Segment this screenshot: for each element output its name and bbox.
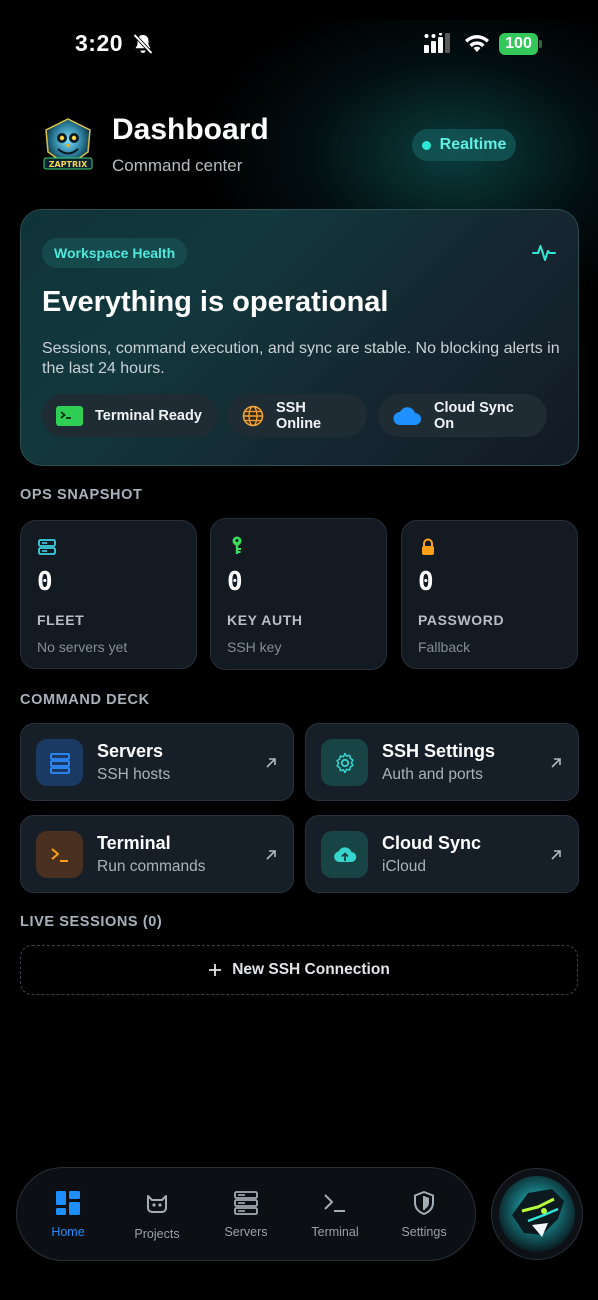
key-auth-count: 0 — [227, 567, 243, 597]
page-subtitle: Command center — [112, 156, 243, 175]
arrow-up-right-icon — [266, 850, 276, 860]
chip-label: Cloud Sync On — [434, 399, 514, 432]
new-ssh-connection-button[interactable]: New SSH Connection — [20, 945, 578, 995]
password-count: 0 — [418, 567, 434, 597]
key-auth-label: KEY AUTH — [227, 612, 303, 628]
server-icon — [38, 539, 56, 555]
tab-label: Projects — [134, 1227, 180, 1241]
deck-title: Servers — [97, 741, 164, 761]
status-time: 3:20 — [75, 30, 124, 56]
health-description: Sessions, command execution, and sync ar… — [42, 340, 560, 377]
profile-avatar-button[interactable] — [491, 1168, 583, 1260]
deck-title: SSH Settings — [382, 741, 496, 761]
fleet-sub: No servers yet — [37, 639, 128, 655]
chip-label: SSH Online — [276, 399, 322, 432]
terminal-icon — [56, 405, 83, 426]
health-title: Everything is operational — [42, 286, 389, 318]
deck-title: Terminal — [97, 833, 171, 853]
status-bar: 3:20 100 — [0, 0, 598, 90]
deck-subtitle: iCloud — [382, 858, 426, 875]
plus-icon — [209, 964, 222, 976]
command-deck-heading: COMMAND DECK — [20, 692, 150, 708]
gear-icon — [335, 752, 354, 773]
realtime-dot-icon — [421, 140, 431, 150]
tab-label: Terminal — [311, 1225, 359, 1239]
cloud-icon — [393, 406, 421, 425]
health-badge: Workspace Health — [42, 238, 188, 268]
arrow-up-right-icon — [266, 758, 276, 768]
key-auth-sub: SSH key — [227, 639, 282, 655]
deck-ssh-settings-button[interactable]: SSH Settings Auth and ports — [305, 723, 579, 801]
avatar — [499, 1176, 575, 1252]
tab-label: Settings — [401, 1225, 447, 1239]
password-sub: Fallback — [418, 639, 471, 655]
workspace-health-card: Workspace Health Everything is operation… — [20, 209, 579, 466]
chip-cloud-sync: Cloud Sync On — [378, 394, 547, 437]
chip-label: Terminal Ready — [95, 407, 202, 424]
arrow-up-right-icon — [551, 850, 561, 860]
battery-indicator: 100 — [499, 33, 543, 55]
tab-terminal[interactable]: Terminal — [295, 1168, 375, 1262]
tab-home[interactable]: Home — [28, 1168, 108, 1262]
chip-ssh-online: SSH Online — [228, 394, 367, 437]
new-connection-label: New SSH Connection — [232, 961, 390, 978]
silent-bell-icon — [133, 33, 153, 55]
tab-servers[interactable]: Servers — [206, 1168, 286, 1262]
realtime-badge[interactable]: Realtime — [412, 129, 516, 161]
page-title: Dashboard — [112, 113, 269, 146]
github-cat-icon — [147, 1195, 167, 1213]
deck-subtitle: Auth and ports — [382, 766, 483, 783]
realtime-label: Realtime — [439, 136, 507, 153]
terminal-icon — [50, 847, 68, 862]
stat-card-fleet[interactable]: 0 FLEET No servers yet — [20, 520, 197, 669]
stat-card-password[interactable]: 0 PASSWORD Fallback — [401, 520, 578, 669]
server-stack-icon — [234, 1191, 258, 1215]
stat-card-key-auth[interactable]: 0 KEY AUTH SSH key — [210, 518, 387, 670]
logo-text: ZAPTRIX — [49, 160, 88, 169]
tab-projects[interactable]: Projects — [117, 1168, 197, 1262]
battery-level: 100 — [499, 33, 538, 55]
server-icon — [49, 752, 70, 774]
arrow-up-right-icon — [551, 758, 561, 768]
deck-subtitle: SSH hosts — [97, 766, 171, 783]
zaptrix-logo: ZAPTRIX — [43, 118, 93, 170]
tab-bar: Home Projects Servers Terminal Settings — [16, 1167, 476, 1261]
deck-subtitle: Run commands — [97, 858, 206, 875]
ops-snapshot-heading: OPS SNAPSHOT — [20, 487, 143, 503]
tab-label: Servers — [224, 1225, 268, 1239]
fleet-count: 0 — [37, 567, 53, 597]
wifi-icon — [465, 35, 489, 52]
tab-settings[interactable]: Settings — [384, 1168, 464, 1262]
key-icon — [232, 536, 242, 554]
password-label: PASSWORD — [418, 612, 505, 628]
deck-cloud-sync-button[interactable]: Cloud Sync iCloud — [305, 815, 579, 893]
lock-icon — [422, 538, 434, 555]
pulse-icon — [532, 245, 556, 261]
deck-terminal-button[interactable]: Terminal Run commands — [20, 815, 294, 893]
terminal-prompt-icon — [324, 1194, 345, 1212]
shield-icon — [414, 1191, 434, 1215]
fleet-label: FLEET — [37, 612, 85, 628]
tab-label: Home — [51, 1225, 85, 1239]
chip-terminal-ready: Terminal Ready — [42, 394, 217, 437]
globe-icon — [242, 405, 264, 426]
deck-title: Cloud Sync — [382, 833, 482, 853]
home-grid-icon — [56, 1191, 80, 1215]
deck-servers-button[interactable]: Servers SSH hosts — [20, 723, 294, 801]
cellular-signal-icon — [424, 33, 450, 53]
cloud-upload-icon — [333, 846, 356, 862]
live-sessions-heading: LIVE SESSIONS (0) — [20, 914, 163, 930]
